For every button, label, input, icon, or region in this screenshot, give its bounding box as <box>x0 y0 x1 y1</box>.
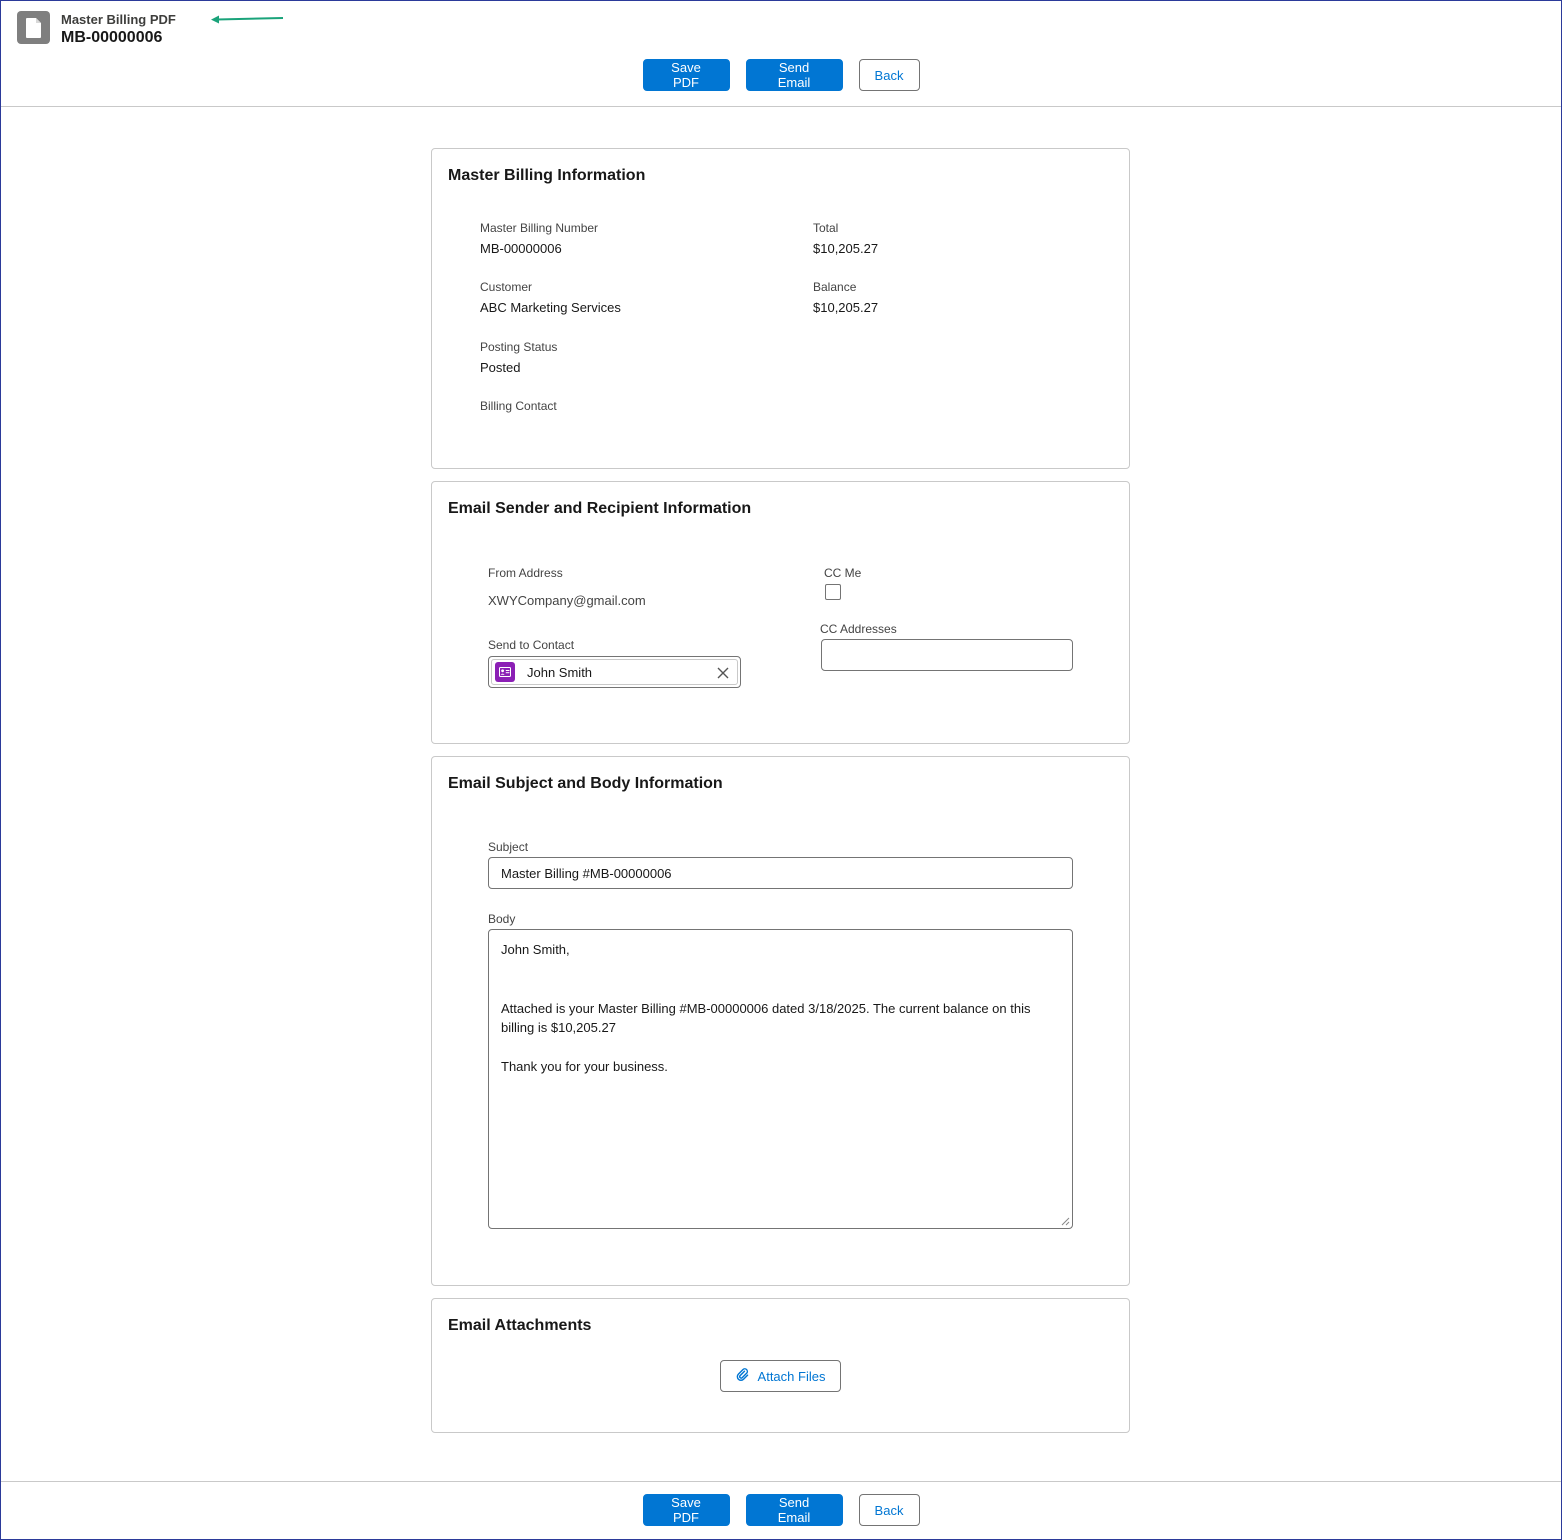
contact-icon <box>495 662 515 682</box>
header-button-group: Save PDF Send Email Back <box>1 59 1561 91</box>
card-title: Email Attachments <box>448 1317 592 1334</box>
body-closing: Thank you for your business. <box>501 1059 668 1074</box>
card-title: Email Sender and Recipient Information <box>448 500 752 517</box>
page-object-label: Master Billing PDF <box>61 12 176 27</box>
attach-files-label: Attach Files <box>757 1368 826 1384</box>
save-pdf-button[interactable]: Save PDF <box>642 1494 730 1526</box>
field-label: Balance <box>813 280 857 294</box>
total-value: $10,205.27 <box>813 241 879 256</box>
email-attachments-card: Email Attachments Attach Files <box>431 1298 1130 1433</box>
master-billing-number-value: MB-00000006 <box>480 241 562 256</box>
save-pdf-button[interactable]: Save PDF <box>642 59 730 91</box>
from-address-label: From Address <box>488 566 563 580</box>
email-sender-card: Email Sender and Recipient Information F… <box>431 481 1130 744</box>
back-button[interactable]: Back <box>858 1494 920 1526</box>
contact-pill[interactable]: John Smith <box>491 659 738 685</box>
cc-addresses-label: CC Addresses <box>820 622 897 636</box>
from-address-value: XWYCompany@gmail.com <box>488 593 646 608</box>
cc-me-checkbox[interactable] <box>825 584 841 600</box>
paperclip-icon <box>736 1367 750 1385</box>
body-textarea[interactable]: John Smith, Attached is your Master Bill… <box>488 929 1073 1229</box>
email-body-card: Email Subject and Body Information Subje… <box>431 756 1130 1286</box>
cc-me-label: CC Me <box>824 566 862 580</box>
field-label: Total <box>813 221 839 235</box>
page-footer: Save PDF Send Email Back <box>1 1481 1561 1539</box>
send-email-button[interactable]: Send Email <box>745 59 843 91</box>
body-label: Body <box>488 912 516 926</box>
attach-files-button[interactable]: Attach Files <box>720 1360 841 1392</box>
field-label: Customer <box>480 280 533 294</box>
body-line: billing is $10,205.27 <box>501 1020 616 1035</box>
subject-label: Subject <box>488 840 529 854</box>
field-label: Master Billing Number <box>480 221 599 235</box>
back-button[interactable]: Back <box>858 59 920 91</box>
subject-input[interactable]: Master Billing #MB-00000006 <box>488 857 1073 889</box>
send-to-contact-label: Send to Contact <box>488 638 575 652</box>
master-billing-card: Master Billing Information Master Billin… <box>431 148 1130 469</box>
field-label: Billing Contact <box>480 399 557 413</box>
body-line: Attached is your Master Billing #MB-0000… <box>501 1000 1031 1016</box>
contact-pill-label: John Smith <box>527 664 593 680</box>
send-email-button[interactable]: Send Email <box>745 1494 843 1526</box>
document-icon <box>17 11 50 44</box>
balance-value: $10,205.27 <box>813 300 879 315</box>
close-icon[interactable] <box>717 666 729 684</box>
cc-addresses-input[interactable] <box>821 639 1073 671</box>
annotation-arrow-icon <box>211 15 284 24</box>
card-title: Master Billing Information <box>448 167 646 184</box>
customer-value: ABC Marketing Services <box>480 300 621 315</box>
footer-button-group: Save PDF Send Email Back <box>1 1494 1561 1526</box>
posting-status-value: Posted <box>480 360 521 375</box>
page-title: MB-00000006 <box>61 29 163 46</box>
send-to-contact-lookup[interactable]: John Smith <box>488 656 741 688</box>
body-greeting: John Smith, <box>501 942 570 957</box>
resize-handle-icon[interactable] <box>1061 1217 1070 1226</box>
card-title: Email Subject and Body Information <box>448 775 723 792</box>
field-label: Posting Status <box>480 340 558 354</box>
page-header: Master Billing PDF MB-00000006 Save PDF … <box>1 1 1561 107</box>
